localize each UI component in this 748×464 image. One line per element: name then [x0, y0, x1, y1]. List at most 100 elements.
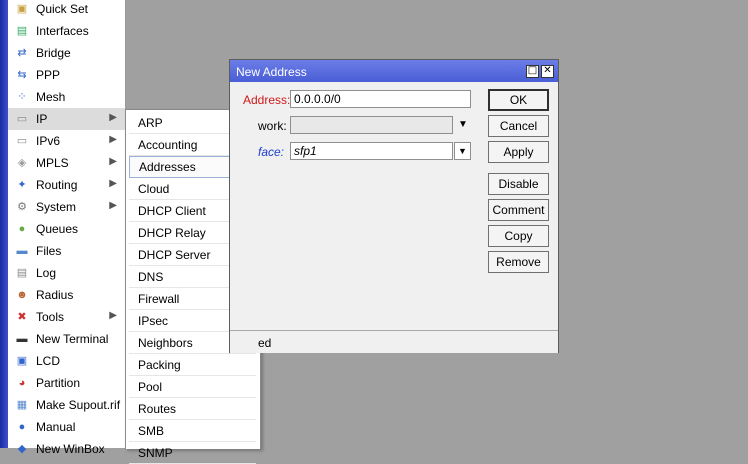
sidebar-item-label: Log [36, 266, 57, 280]
sidebar-item-system[interactable]: ⚙ System ▶ [8, 196, 125, 218]
sidebar-item-quick-set[interactable]: ▣ Quick Set [8, 0, 125, 20]
log-icon: ▤ [16, 267, 28, 279]
sidebar-item-label: New Terminal [36, 332, 109, 346]
sidebar-item-ppp[interactable]: ⇆ PPP [8, 64, 125, 86]
submenu-item-label: DHCP Client [138, 203, 206, 218]
dialog-titlebar[interactable]: New Address □ ✕ [230, 60, 558, 82]
status-bar: ed [230, 330, 558, 353]
sidebar-item-mpls[interactable]: ◈ MPLS ▶ [8, 152, 125, 174]
queues-icon: ● [18, 223, 26, 235]
sidebar-item-label: System [36, 200, 77, 214]
disable-button[interactable]: Disable [488, 173, 549, 195]
maximize-icon[interactable]: □ [526, 65, 539, 78]
sidebar-item-routing[interactable]: ✦ Routing ▶ [8, 174, 125, 196]
sidebar-item-make-supout-rif[interactable]: ▦ Make Supout.rif [8, 394, 125, 416]
partition-icon: ◕ [18, 377, 26, 389]
submenu-item-label: Accounting [138, 137, 198, 152]
sidebar-item-tools[interactable]: ✖ Tools ▶ [8, 306, 125, 328]
sidebar-item-label: LCD [36, 354, 61, 368]
sidebar-item-label: Bridge [36, 46, 71, 60]
submenu-item-smb[interactable]: SMB [129, 420, 256, 442]
sidebar-item-ipv6[interactable]: ▭ IPv6 ▶ [8, 130, 125, 152]
apply-button[interactable]: Apply [488, 141, 549, 163]
left-accent-strip [0, 0, 8, 448]
sidebar-item-label: Quick Set [36, 2, 89, 16]
submenu-item-label: ARP [138, 115, 163, 130]
routing-icon: ✦ [17, 179, 27, 191]
sidebar-item-label: IP [36, 112, 48, 126]
radius-icon: ☻ [16, 289, 28, 301]
new-address-dialog: New Address □ ✕ Address: 0.0.0.0/0 work:… [229, 59, 559, 353]
address-label: Address: [243, 93, 291, 107]
sidebar-item-ip[interactable]: ▭ IP ▶ [8, 108, 125, 130]
mpls-icon: ◈ [17, 157, 27, 169]
sidebar-item-label: Files [36, 244, 62, 258]
comment-button[interactable]: Comment [488, 199, 549, 221]
ip-icon: ▭ [16, 113, 28, 125]
sidebar-menu: ▣ Quick Set ▤ Interfaces ⇄ Bridge ⇆ PPP ⁘ Mesh ▭ IP… [8, 0, 126, 456]
ok-button[interactable]: OK [488, 89, 549, 111]
sidebar-item-label: Interfaces [36, 24, 89, 38]
sidebar-item-radius[interactable]: ☻ Radius [8, 284, 125, 306]
sidebar-item-lcd[interactable]: ▣ LCD [8, 350, 125, 372]
sidebar-item-files[interactable]: ▬ Files [8, 240, 125, 262]
sidebar-item-label: Radius [36, 288, 74, 302]
quick-set-icon: ▣ [16, 3, 28, 15]
manual-icon: ● [18, 421, 26, 433]
submenu-item-label: Addresses [139, 160, 196, 174]
dialog-title: New Address [236, 65, 307, 79]
system-icon: ⚙ [17, 201, 27, 213]
sidebar-item-label: IPv6 [36, 134, 61, 148]
supout-icon: ▦ [16, 399, 28, 411]
sidebar-item-partition[interactable]: ◕ Partition [8, 372, 125, 394]
sidebar-item-mesh[interactable]: ⁘ Mesh [8, 86, 125, 108]
remove-button[interactable]: Remove [488, 251, 549, 273]
interface-field[interactable]: sfp1 [290, 142, 453, 160]
sidebar-item-bridge[interactable]: ⇄ Bridge [8, 42, 125, 64]
submenu-arrow-icon: ▶ [109, 134, 117, 145]
submenu-item-label: DHCP Server [138, 247, 211, 262]
tools-icon: ✖ [17, 311, 27, 323]
ppp-icon: ⇆ [17, 69, 27, 81]
interface-label: face: [258, 145, 285, 159]
sidebar-item-new-winbox[interactable]: ◆ New WinBox [8, 438, 125, 460]
copy-button[interactable]: Copy [488, 225, 549, 247]
sidebar-item-label: Partition [36, 376, 81, 390]
status-text: ed [258, 336, 272, 350]
lcd-icon: ▣ [16, 355, 28, 367]
sidebar-item-label: Tools [36, 310, 65, 324]
submenu-item-label: Cloud [138, 181, 170, 196]
network-dropdown-icon[interactable]: ▼ [458, 119, 468, 130]
submenu-item-routes[interactable]: Routes [129, 398, 256, 420]
sidebar-item-interfaces[interactable]: ▤ Interfaces [8, 20, 125, 42]
submenu-item-label: SMB [138, 423, 165, 438]
interfaces-icon: ▤ [16, 25, 28, 37]
submenu-item-packing[interactable]: Packing [129, 354, 256, 376]
sidebar-item-label: MPLS [36, 156, 69, 170]
sidebar-item-label: PPP [36, 68, 61, 82]
address-field[interactable]: 0.0.0.0/0 [290, 90, 471, 108]
interface-dropdown-icon[interactable]: ▼ [454, 142, 471, 160]
sidebar-item-queues[interactable]: ● Queues [8, 218, 125, 240]
submenu-arrow-icon: ▶ [109, 112, 117, 123]
submenu-item-snmp[interactable]: SNMP [129, 442, 256, 464]
submenu-item-label: IPsec [138, 313, 169, 328]
network-field[interactable] [290, 116, 453, 134]
files-icon: ▬ [16, 245, 28, 257]
sidebar-item-new-terminal[interactable]: ▬ New Terminal [8, 328, 125, 350]
sidebar-item-manual[interactable]: ● Manual [8, 416, 125, 438]
submenu-item-label: Routes [138, 401, 177, 416]
sidebar-item-label: Make Supout.rif [36, 398, 121, 412]
mesh-icon: ⁘ [17, 91, 27, 103]
winbox-icon: ◆ [17, 443, 27, 455]
sidebar-item-log[interactable]: ▤ Log [8, 262, 125, 284]
cancel-button[interactable]: Cancel [488, 115, 549, 137]
close-icon[interactable]: ✕ [541, 65, 554, 78]
submenu-arrow-icon: ▶ [109, 310, 117, 321]
submenu-arrow-icon: ▶ [109, 200, 117, 211]
submenu-item-pool[interactable]: Pool [129, 376, 256, 398]
bridge-icon: ⇄ [17, 47, 27, 59]
submenu-item-label: Firewall [138, 291, 180, 306]
sidebar-item-label: Routing [36, 178, 78, 192]
submenu-item-label: Neighbors [138, 335, 193, 350]
